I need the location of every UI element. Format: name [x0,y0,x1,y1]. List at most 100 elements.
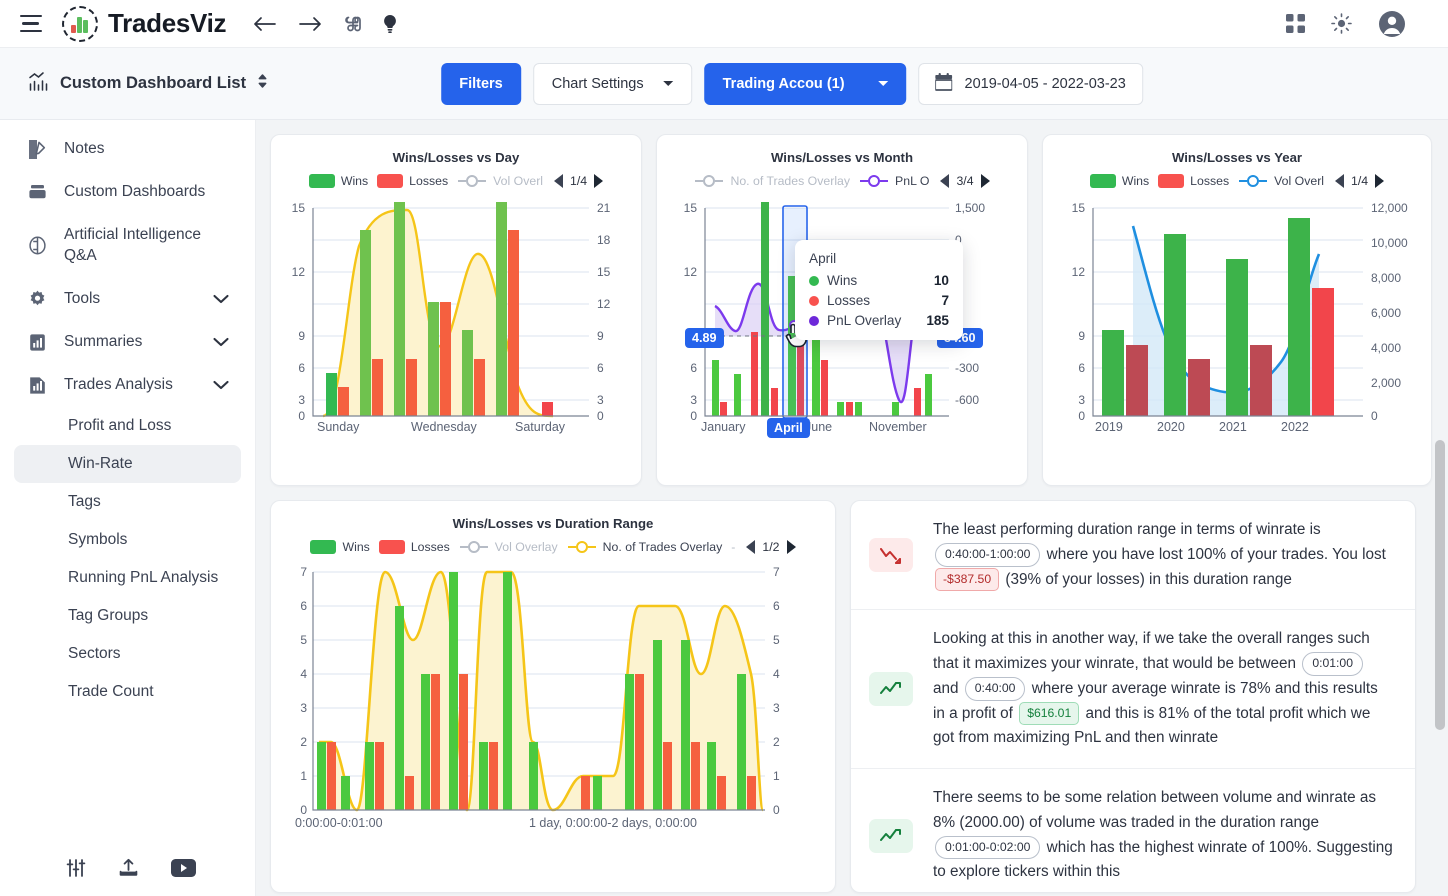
chevron-down-icon[interactable] [213,337,229,347]
custom-dashboard-list-selector[interactable]: Custom Dashboard List [28,71,268,97]
y-axis-tick-right: 21 [597,201,610,215]
hamburger-icon[interactable] [20,15,42,33]
sidebar-item-symbols[interactable]: Symbols [14,521,241,559]
legend-label: Losses [411,540,450,554]
tooltip-row: PnL Overlay 185 [809,313,949,328]
duration-chip: 0:01:00 [1302,652,1363,676]
chart-settings-button[interactable]: Chart Settings [533,63,693,105]
sort-updown-icon[interactable] [257,73,268,94]
sidebar-item-label: Artificial Intelligence Q&A [64,225,229,267]
sidebar-item-trade-count[interactable]: Trade Count [14,673,241,711]
legend-item-losses[interactable]: Losses [379,540,450,554]
pager-prev-icon[interactable] [940,174,949,188]
legend-item-wins[interactable]: Wins [310,540,369,554]
youtube-icon[interactable] [171,859,196,877]
trend-up-icon [869,819,913,853]
sidebar-item-profit-and-loss[interactable]: Profit and Loss [14,407,241,445]
legend-item-no-of-trades-overlay[interactable]: No. of Trades Overlay [694,174,850,188]
legend-label: No. of Trades Overlay [730,174,850,188]
arrow-right-icon[interactable] [297,14,323,34]
legend-overflow-dash: - [731,540,735,554]
analysis-icon [26,375,48,396]
legend-item-vol-overlay[interactable]: Vol Overlay [459,540,558,554]
grid-apps-icon[interactable] [1286,14,1305,33]
legend-item-wins[interactable]: Wins [309,174,368,188]
sidebar-item-notes[interactable]: Notes [14,128,241,171]
upload-icon[interactable] [118,858,139,878]
pager-prev-icon[interactable] [554,174,563,188]
tooltip-dot-icon [809,276,819,286]
sliders-icon[interactable] [66,858,86,878]
insight-text-part: The least performing duration range in t… [933,521,1321,538]
sidebar-item-ai-qa[interactable]: Artificial Intelligence Q&A [14,214,241,278]
legend-line-icon [859,174,889,188]
chart-legend: Wins Losses Vol Overl 1/4 [271,174,641,188]
legend-label: Losses [409,174,448,188]
chart-legend: Wins Losses Vol Overl 1/4 [1043,174,1431,188]
tradesviz-logo-icon [62,6,98,42]
sidebar-item-tags[interactable]: Tags [14,483,241,521]
filters-button[interactable]: Filters [441,63,521,105]
chart-tooltip: April Wins 10 Losses 7 [795,240,963,340]
brand[interactable]: TradesViz [62,6,226,42]
y-axis-tick-right: 0 [1371,409,1378,423]
command-icon[interactable] [342,14,362,34]
chart-card-wins-losses-vs-month: Wins/Losses vs Month No. of Trades Overl… [656,134,1028,486]
legend-swatch-icon [379,540,405,554]
legend-item-wins[interactable]: Wins [1090,174,1149,188]
y-axis-tick-left: 9 [273,329,305,343]
sidebar-item-win-rate[interactable]: Win-Rate [14,445,241,483]
pager-prev-icon[interactable] [1335,174,1344,188]
x-axis-tick: Saturday [515,420,565,434]
scrollbar-thumb[interactable] [1435,440,1445,730]
chart-plot-area[interactable]: 15 12 9 6 3 0 21 18 15 12 9 6 3 0 Sunday… [271,188,641,434]
pager-next-icon[interactable] [594,174,603,188]
date-range-picker[interactable]: 2019-04-05 - 2022-03-23 [919,63,1143,105]
sidebar-item-trades-analysis[interactable]: Trades Analysis [14,364,241,407]
insight-item: There seems to be some relation between … [851,769,1415,893]
x-axis-tick: November [869,420,927,434]
user-avatar-icon[interactable] [1378,10,1406,38]
chevron-down-icon[interactable] [213,294,229,304]
sidebar-item-tag-groups[interactable]: Tag Groups [14,597,241,635]
pager-next-icon[interactable] [1375,174,1384,188]
sidebar-item-summaries[interactable]: Summaries [14,321,241,364]
legend-item-losses[interactable]: Losses [377,174,448,188]
chart-plot-area[interactable]: 15 12 9 6 3 0 12,000 10,000 8,000 6,000 … [1043,188,1431,434]
charts-row-2: Wins/Losses vs Duration Range Wins Losse… [270,500,1430,893]
tooltip-value: 7 [941,293,949,308]
chevron-down-icon[interactable] [213,380,229,390]
pager-next-icon[interactable] [787,540,796,554]
y-axis-tick-left: 6 [1049,361,1085,375]
sun-icon[interactable] [1331,13,1352,34]
dashboard-content: Wins/Losses vs Day Wins Losses Vo [256,120,1448,896]
pager-next-icon[interactable] [981,174,990,188]
legend-item-pnl-overlay[interactable]: PnL O [859,174,929,188]
legend-item-vol-overlay[interactable]: Vol Overl [457,174,543,188]
chart-legend: Wins Losses Vol Overlay [271,540,835,554]
sidebar-item-label: Trades Analysis [64,375,197,396]
legend-item-vol-overlay[interactable]: Vol Overl [1238,174,1324,188]
chart-plot-area[interactable]: 15 12 9 6 3 0 1,500 0 -300 -600 January … [657,188,1027,434]
y-axis-tick-left: 3 [273,393,305,407]
legend-item-losses[interactable]: Losses [1158,174,1229,188]
chart-plot-area[interactable]: 7 6 5 4 3 2 1 0 7 6 5 4 3 2 1 0 0:00:0 [271,554,835,844]
lightbulb-icon[interactable] [381,14,399,34]
legend-swatch-icon [1090,174,1116,188]
legend-item-no-of-trades-overlay[interactable]: No. of Trades Overlay [567,540,723,554]
legend-label: Losses [1190,174,1229,188]
vertical-scrollbar[interactable] [1434,120,1446,896]
y-axis-tick-right: 6,000 [1371,306,1401,320]
bar-chart-icon [26,332,48,353]
tooltip-label: PnL Overlay [827,313,901,328]
charts-row-1: Wins/Losses vs Day Wins Losses Vo [270,134,1430,486]
arrow-left-icon[interactable] [252,14,278,34]
y-axis-tick-left: 0 [275,803,307,817]
sidebar-item-custom-dashboards[interactable]: Custom Dashboards [14,171,241,214]
sidebar-item-tools[interactable]: Tools [14,278,241,321]
trading-account-button[interactable]: Trading Accou (1) [705,63,907,105]
sidebar-item-sectors[interactable]: Sectors [14,635,241,673]
sidebar-item-running-pnl-analysis[interactable]: Running PnL Analysis [14,559,241,597]
pager-prev-icon[interactable] [746,540,755,554]
x-axis-tick: 2020 [1157,420,1185,434]
